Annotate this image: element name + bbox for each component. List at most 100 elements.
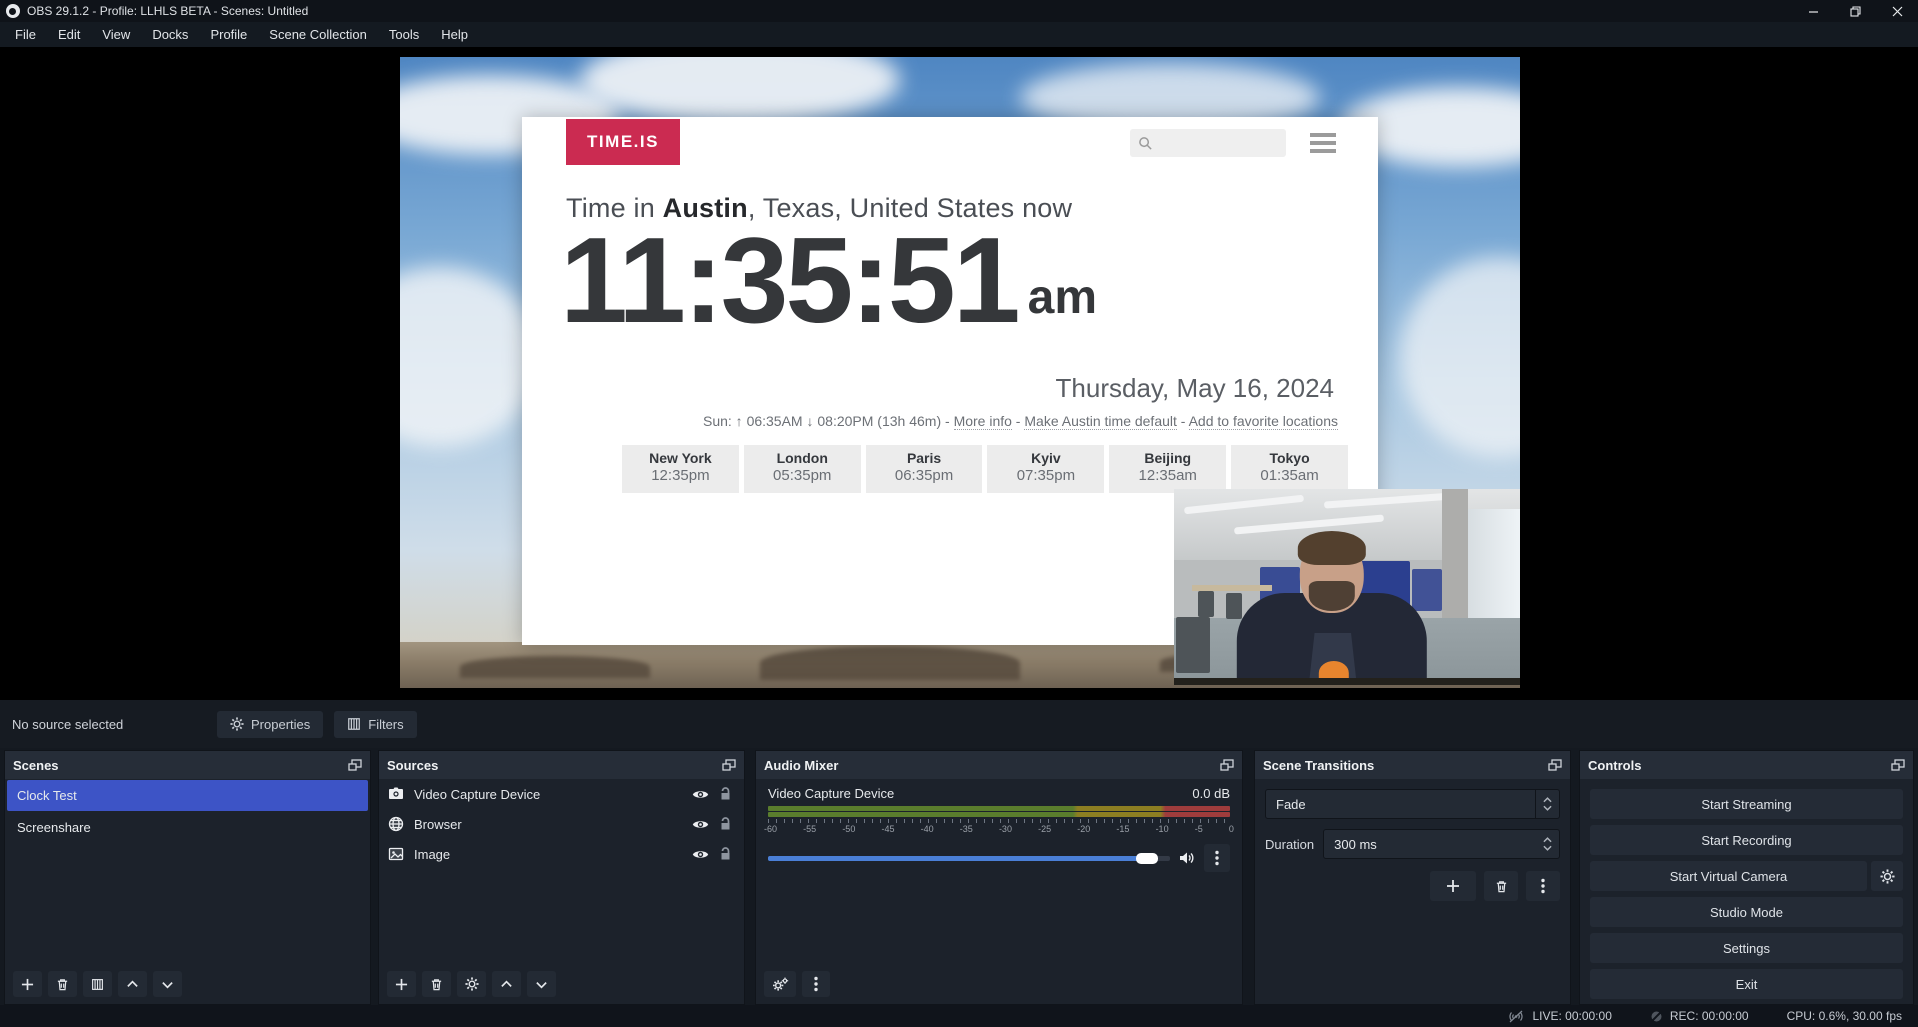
plus-icon (395, 978, 408, 991)
restore-button[interactable] (1834, 0, 1876, 22)
source-row-browser[interactable]: Browser (379, 809, 744, 839)
tick: -35 (960, 824, 973, 834)
visibility-eye-icon[interactable] (692, 788, 709, 801)
volume-slider[interactable] (768, 856, 1170, 861)
source-properties-button[interactable] (457, 971, 486, 997)
properties-button[interactable]: Properties (217, 711, 323, 738)
source-row-image[interactable]: Image (379, 839, 744, 869)
add-transition-button[interactable] (1430, 871, 1476, 901)
obs-window: OBS 29.1.2 - Profile: LLHLS BETA - Scene… (0, 0, 1918, 1027)
speaker-icon[interactable] (1179, 851, 1195, 865)
minimize-button[interactable] (1792, 0, 1834, 22)
source-label: Image (414, 847, 682, 862)
source-row-video-capture[interactable]: Video Capture Device (379, 779, 744, 809)
move-source-down-button[interactable] (527, 971, 556, 997)
menu-scene-collection[interactable]: Scene Collection (258, 24, 378, 45)
move-scene-down-button[interactable] (153, 971, 182, 997)
visibility-eye-icon[interactable] (692, 818, 709, 831)
duration-spinbox[interactable]: 300 ms (1323, 829, 1560, 859)
filters-icon (347, 717, 361, 731)
start-streaming-button[interactable]: Start Streaming (1590, 789, 1903, 819)
double-gear-icon (772, 977, 789, 992)
scene-item-screenshare[interactable]: Screenshare (7, 812, 368, 843)
start-virtual-camera-button[interactable]: Start Virtual Camera (1590, 861, 1867, 891)
lock-open-icon[interactable] (719, 787, 732, 801)
clock-time: 11:35:51 (560, 213, 1018, 347)
menu-profile[interactable]: Profile (199, 24, 258, 45)
exit-button[interactable]: Exit (1590, 969, 1903, 999)
audio-mixer-panel: Audio Mixer Video Capture Device 0.0 dB … (755, 750, 1243, 1005)
scene-item-clock-test[interactable]: Clock Test (7, 780, 368, 811)
popout-icon[interactable] (722, 759, 736, 771)
separator: - (941, 413, 953, 429)
city-name: New York (622, 450, 739, 466)
add-favorite-link: Add to favorite locations (1189, 413, 1338, 430)
city-time-card: Paris 06:35pm (866, 445, 983, 493)
visibility-eye-icon[interactable] (692, 848, 709, 861)
city-name: Beijing (1109, 450, 1226, 466)
filters-icon (91, 978, 104, 991)
menu-tools[interactable]: Tools (378, 24, 430, 45)
duration-spin-arrows[interactable] (1535, 830, 1559, 858)
transition-select-arrows[interactable] (1535, 790, 1559, 818)
gear-icon (230, 717, 244, 731)
move-source-up-button[interactable] (492, 971, 521, 997)
start-recording-button[interactable]: Start Recording (1590, 825, 1903, 855)
popout-icon[interactable] (1220, 759, 1234, 771)
mixer-channel-name: Video Capture Device (768, 786, 894, 801)
remove-source-button[interactable] (422, 971, 451, 997)
remove-transition-button[interactable] (1484, 871, 1518, 901)
menu-view[interactable]: View (91, 24, 141, 45)
mixer-options-button[interactable] (1204, 844, 1230, 872)
make-default-link: Make Austin time default (1024, 413, 1177, 430)
add-source-button[interactable] (387, 971, 416, 997)
city-name: London (744, 450, 861, 466)
advanced-audio-button[interactable] (764, 971, 796, 997)
city-name: Kyiv (987, 450, 1104, 466)
scene-filters-button[interactable] (83, 971, 112, 997)
preview-canvas[interactable]: TIME.IS Time in Austin, Texas, United St… (0, 47, 1918, 700)
trash-icon (1495, 880, 1508, 893)
menu-docks[interactable]: Docks (141, 24, 199, 45)
menu-file[interactable]: File (4, 24, 47, 45)
plus-icon (1446, 879, 1460, 893)
filters-button[interactable]: Filters (334, 711, 416, 738)
lock-open-icon[interactable] (719, 847, 732, 861)
close-button[interactable] (1876, 0, 1918, 22)
popout-icon[interactable] (1548, 759, 1562, 771)
separator: - (1177, 413, 1189, 429)
transition-select[interactable]: Fade (1265, 789, 1560, 819)
gear-icon (1880, 869, 1895, 884)
popout-icon[interactable] (1891, 759, 1905, 771)
add-scene-button[interactable] (13, 971, 42, 997)
vu-meter (768, 812, 1230, 817)
studio-mode-button[interactable]: Studio Mode (1590, 897, 1903, 927)
city-time: 07:35pm (987, 467, 1104, 484)
scene-transitions-header: Scene Transitions (1255, 751, 1570, 779)
lock-open-icon[interactable] (719, 817, 732, 831)
menu-edit[interactable]: Edit (47, 24, 91, 45)
obs-logo-icon (6, 4, 20, 18)
filters-label: Filters (368, 717, 403, 732)
cpu-fps-stats: CPU: 0.6%, 30.00 fps (1787, 1009, 1902, 1023)
source-status-text: No source selected (12, 717, 217, 732)
webcam-overlay (1174, 489, 1520, 685)
transition-menu-button[interactable] (1526, 871, 1560, 901)
meter-tick-labels: -60 -55 -50 -45 -40 -35 -30 -25 -20 -15 … (764, 824, 1234, 834)
popout-icon[interactable] (348, 759, 362, 771)
menu-help[interactable]: Help (430, 24, 479, 45)
mixer-menu-button[interactable] (802, 971, 830, 997)
tick: -5 (1195, 824, 1203, 834)
volume-slider-handle[interactable] (1136, 853, 1158, 864)
rec-time: REC: 00:00:00 (1670, 1009, 1749, 1023)
stream-inactive-icon (1507, 1010, 1525, 1023)
city-time-card: Beijing 12:35am (1109, 445, 1226, 493)
virtual-camera-settings-button[interactable] (1871, 861, 1903, 891)
settings-button[interactable]: Settings (1590, 933, 1903, 963)
globe-icon (388, 816, 404, 832)
tick: -60 (764, 824, 777, 834)
tick: -20 (1077, 824, 1090, 834)
scene-transitions-panel: Scene Transitions Fade Duration 300 ms (1254, 750, 1571, 1005)
move-scene-up-button[interactable] (118, 971, 147, 997)
remove-scene-button[interactable] (48, 971, 77, 997)
